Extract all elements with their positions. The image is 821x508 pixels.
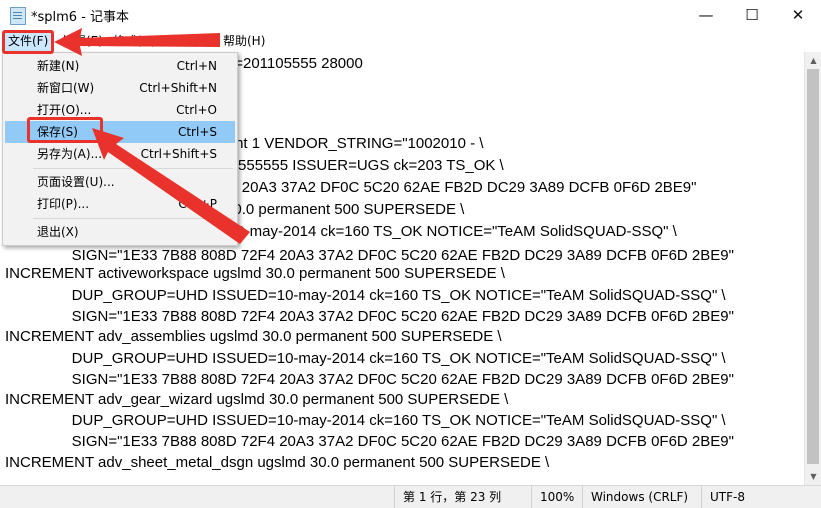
notepad-icon (10, 7, 26, 25)
menu-separator (33, 218, 233, 219)
menu-help[interactable]: 帮助(H) (219, 31, 269, 52)
file-menu-dropdown: 新建(N) Ctrl+N 新窗口(W) Ctrl+Shift+N 打开(O)..… (2, 52, 238, 246)
vertical-scrollbar[interactable]: ▲ ▼ (804, 52, 821, 485)
menu-item-label: 新窗口(W) (37, 81, 95, 95)
scroll-down-icon[interactable]: ▼ (805, 468, 821, 485)
menu-item-new[interactable]: 新建(N) Ctrl+N (5, 55, 235, 77)
title-bar: *splm6 - 记事本 — ☐ ✕ (0, 0, 821, 32)
menu-item-label: 页面设置(U)... (37, 175, 115, 189)
menu-item-new-window[interactable]: 新窗口(W) Ctrl+Shift+N (5, 77, 235, 99)
menu-item-shortcut: Ctrl+S (177, 125, 217, 139)
menu-item-shortcut: Ctrl+O (176, 103, 217, 117)
maximize-button[interactable]: ☐ (729, 0, 775, 31)
text-line: INCREMENT adv_sheet_metal_dsgn ugslmd 30… (5, 454, 550, 471)
text-line: INCREMENT activeworkspace ugslmd 30.0 pe… (5, 265, 505, 282)
text-line: SIGN="1E33 7B88 808D 72F4 20A3 37A2 DF0C… (5, 371, 734, 388)
menu-item-label: 保存(S) (37, 125, 78, 139)
menu-edit[interactable]: 编辑(E) (58, 31, 107, 52)
close-button[interactable]: ✕ (775, 0, 821, 31)
menu-file[interactable]: 文件(F) (3, 31, 54, 52)
menu-view[interactable]: 查看(V) (164, 31, 214, 52)
window-title: *splm6 - 记事本 (31, 10, 130, 25)
menu-item-save[interactable]: 保存(S) Ctrl+S (5, 121, 235, 143)
menu-item-label: 另存为(A)... (37, 147, 103, 161)
menu-item-exit[interactable]: 退出(X) (5, 221, 235, 243)
menu-item-open[interactable]: 打开(O)... Ctrl+O (5, 99, 235, 121)
menu-item-label: 退出(X) (37, 225, 79, 239)
menu-item-label: 打印(P)... (37, 197, 90, 211)
scroll-thumb[interactable] (807, 69, 819, 464)
text-line: SIGN="1E33 7B88 808D 72F4 20A3 37A2 DF0C… (5, 308, 734, 325)
status-line-ending: Windows (CRLF) (582, 486, 701, 508)
text-line: DUP_GROUP=UHD ISSUED=10-may-2014 ck=160 … (5, 412, 726, 429)
menu-format[interactable]: 格式(O) (109, 31, 160, 52)
status-bar: 第 1 行，第 23 列 100% Windows (CRLF) UTF-8 (0, 485, 821, 508)
menu-item-shortcut: Ctrl+P (178, 197, 217, 211)
menu-item-shortcut: Ctrl+Shift+N (139, 81, 217, 95)
menu-item-shortcut: Ctrl+N (176, 59, 217, 73)
menu-item-print[interactable]: 打印(P)... Ctrl+P (5, 193, 235, 215)
text-line: SIGN="1E33 7B88 808D 72F4 20A3 37A2 DF0C… (5, 433, 734, 450)
text-line: INCREMENT adv_gear_wizard ugslmd 30.0 pe… (5, 391, 509, 408)
status-cursor-position: 第 1 行，第 23 列 (394, 486, 533, 508)
text-line: DUP_GROUP=UHD ISSUED=10-may-2014 ck=160 … (5, 287, 726, 304)
text-line: DUP_GROUP=UHD ISSUED=10-may-2014 ck=160 … (5, 350, 726, 367)
text-line: INCREMENT adv_assemblies ugslmd 30.0 per… (5, 328, 502, 345)
status-encoding: UTF-8 (701, 486, 810, 508)
menu-bar: 文件(F) 编辑(E) 格式(O) 查看(V) 帮助(H) (0, 31, 821, 52)
menu-separator (33, 168, 233, 169)
menu-item-save-as[interactable]: 另存为(A)... Ctrl+Shift+S (5, 143, 235, 165)
menu-item-label: 新建(N) (37, 59, 80, 73)
minimize-button[interactable]: — (683, 0, 729, 31)
menu-item-label: 打开(O)... (37, 103, 92, 117)
scroll-up-icon[interactable]: ▲ (805, 52, 821, 69)
menu-item-page-setup[interactable]: 页面设置(U)... (5, 171, 235, 193)
menu-item-shortcut: Ctrl+Shift+S (140, 147, 217, 161)
status-zoom: 100% (531, 486, 584, 508)
